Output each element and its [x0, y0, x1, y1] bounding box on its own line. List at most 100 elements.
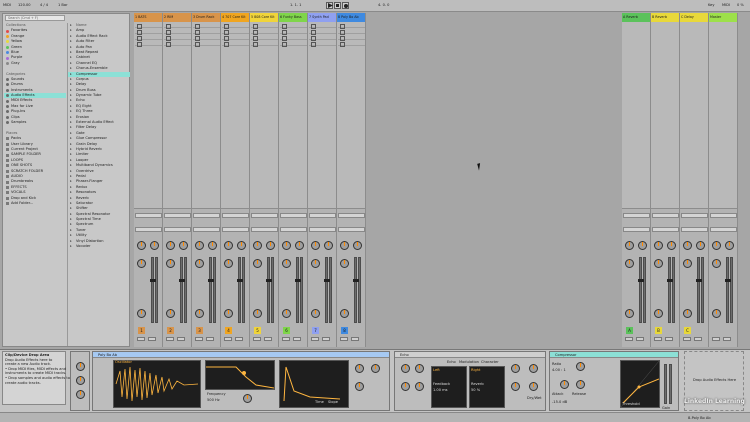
- output-type-menu[interactable]: [652, 227, 679, 232]
- track-activator-button[interactable]: 8: [341, 327, 348, 334]
- arm-button[interactable]: [636, 337, 644, 341]
- play-button[interactable]: [326, 2, 333, 9]
- solo-button[interactable]: [683, 337, 691, 341]
- clip-slot[interactable]: [338, 41, 365, 47]
- clip-slot[interactable]: [193, 23, 220, 29]
- track-title[interactable]: 7 Synth Pad: [308, 13, 336, 22]
- output-type-menu[interactable]: [338, 227, 365, 232]
- clip-slot[interactable]: [222, 29, 249, 35]
- send-a-knob[interactable]: [166, 241, 175, 250]
- arm-button[interactable]: [351, 337, 359, 341]
- arm-button[interactable]: [322, 337, 330, 341]
- stereo-knob[interactable]: [511, 382, 520, 391]
- input-type-menu[interactable]: [681, 213, 708, 218]
- output-knob[interactable]: [654, 309, 663, 318]
- clip-slot[interactable]: [338, 29, 365, 35]
- output-knob[interactable]: [371, 364, 380, 373]
- arm-button[interactable]: [665, 337, 673, 341]
- volume-fader[interactable]: [667, 279, 673, 282]
- attack-knob[interactable]: [560, 380, 569, 389]
- output-knob[interactable]: [282, 309, 291, 318]
- pan-knob[interactable]: [625, 259, 634, 268]
- input-type-menu[interactable]: [222, 213, 249, 218]
- output-type-menu[interactable]: [193, 227, 220, 232]
- volume-knob[interactable]: [76, 362, 85, 371]
- clip-slot[interactable]: [309, 35, 336, 41]
- input-type-menu[interactable]: [710, 213, 737, 218]
- arm-button[interactable]: [148, 337, 156, 341]
- volume-fader[interactable]: [208, 279, 214, 282]
- track-activator-button[interactable]: A: [626, 327, 633, 334]
- send-a-knob[interactable]: [224, 241, 233, 250]
- track-activator-button[interactable]: C: [684, 327, 691, 334]
- browser-item[interactable]: Vocoder: [68, 244, 130, 249]
- midi-map-button[interactable]: MIDI: [722, 3, 730, 7]
- clip-slot[interactable]: [309, 41, 336, 47]
- send-b-knob[interactable]: [237, 241, 246, 250]
- track-activator-button[interactable]: 5: [254, 327, 261, 334]
- volume-fader[interactable]: [295, 279, 301, 282]
- key-map-button[interactable]: Key: [708, 3, 715, 7]
- clip-slot[interactable]: [280, 23, 307, 29]
- send-b-knob[interactable]: [266, 241, 275, 250]
- clip-slot[interactable]: [135, 29, 162, 35]
- clip-slot[interactable]: [135, 35, 162, 41]
- output-knob[interactable]: [166, 309, 175, 318]
- send-a-knob[interactable]: [253, 241, 262, 250]
- tap-button[interactable]: MIDI: [3, 3, 11, 7]
- clip-slot[interactable]: [193, 41, 220, 47]
- tab-echo[interactable]: Echo: [447, 360, 456, 364]
- track-title[interactable]: 5 808 Core Kit: [250, 13, 278, 22]
- track-title[interactable]: Master: [709, 13, 737, 22]
- output-knob[interactable]: [253, 309, 262, 318]
- env-decay-knob[interactable]: [355, 382, 364, 391]
- echo-value-2[interactable]: 1.00 ms: [433, 388, 448, 392]
- clip-slot[interactable]: [164, 23, 191, 29]
- clip-slot[interactable]: [338, 35, 365, 41]
- solo-button[interactable]: [253, 337, 261, 341]
- track-activator-button[interactable]: 3: [196, 327, 203, 334]
- track-title[interactable]: A Reverb: [622, 13, 650, 22]
- output-type-menu[interactable]: [309, 227, 336, 232]
- output-knob[interactable]: [712, 309, 721, 318]
- tab-modulation[interactable]: Modulation: [459, 360, 479, 364]
- arm-button[interactable]: [206, 337, 214, 341]
- input-type-menu[interactable]: [280, 213, 307, 218]
- send-b-knob[interactable]: [696, 241, 705, 250]
- solo-button[interactable]: [340, 337, 348, 341]
- search-input[interactable]: Search (Cmd + F): [5, 15, 65, 21]
- input-type-menu[interactable]: [338, 213, 365, 218]
- clip-slot[interactable]: [164, 35, 191, 41]
- send-a-knob[interactable]: [625, 241, 634, 250]
- track-activator-button[interactable]: B: [655, 327, 662, 334]
- release-knob[interactable]: [576, 380, 585, 389]
- clip-slot[interactable]: [222, 41, 249, 47]
- dry-wet-knob[interactable]: [529, 382, 538, 391]
- pan-knob[interactable]: [712, 259, 721, 268]
- send-b-knob[interactable]: [324, 241, 333, 250]
- send-a-knob[interactable]: [282, 241, 291, 250]
- record-button[interactable]: [342, 2, 349, 9]
- volume-fader[interactable]: [266, 279, 272, 282]
- reverb-knob[interactable]: [511, 364, 520, 373]
- solo-button[interactable]: [224, 337, 232, 341]
- pan-knob[interactable]: [166, 259, 175, 268]
- arm-button[interactable]: [235, 337, 243, 341]
- send-knob[interactable]: [76, 390, 85, 399]
- output-gain-knob[interactable]: [529, 364, 538, 373]
- input-type-menu[interactable]: [135, 213, 162, 218]
- send-b-knob[interactable]: [179, 241, 188, 250]
- track-title[interactable]: 1 BATS: [134, 13, 162, 22]
- pan-knob[interactable]: [76, 376, 85, 385]
- clip-slot[interactable]: [309, 23, 336, 29]
- volume-fader[interactable]: [179, 279, 185, 282]
- output-knob[interactable]: [137, 309, 146, 318]
- pan-knob[interactable]: [253, 259, 262, 268]
- output-type-menu[interactable]: [623, 227, 650, 232]
- solo-button[interactable]: [282, 337, 290, 341]
- input-type-menu[interactable]: [164, 213, 191, 218]
- send-a-knob[interactable]: [683, 241, 692, 250]
- track-activator-button[interactable]: 4: [225, 327, 232, 334]
- clip-slot[interactable]: [280, 35, 307, 41]
- send-a-knob[interactable]: [340, 241, 349, 250]
